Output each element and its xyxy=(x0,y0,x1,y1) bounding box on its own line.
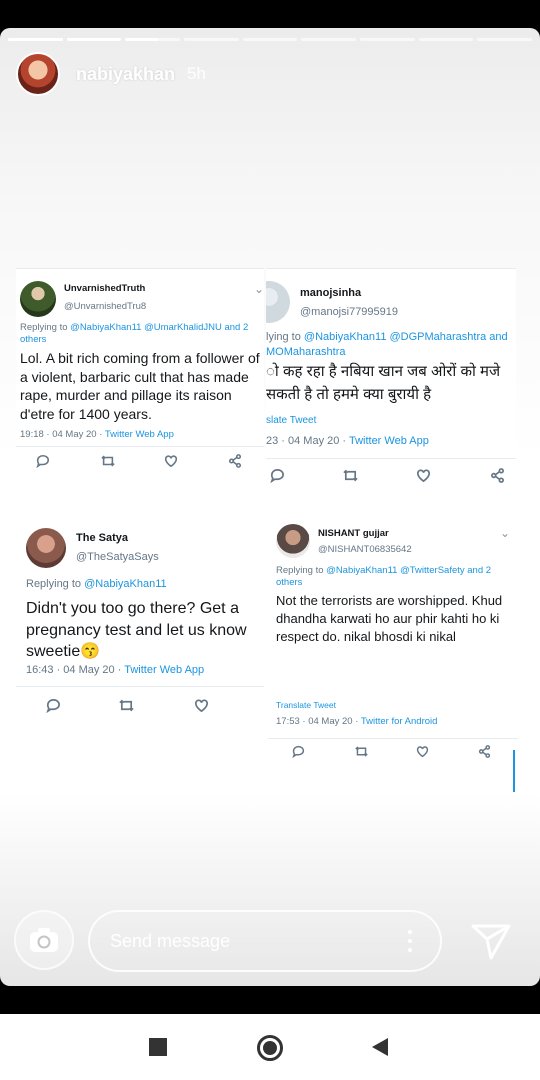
progress-segment xyxy=(360,38,415,41)
progress-segment-current xyxy=(125,38,181,41)
retweet-icon[interactable] xyxy=(100,454,116,468)
tweet-source[interactable]: Twitter Web App xyxy=(349,435,429,447)
progress-segment xyxy=(8,38,63,41)
progress-segment xyxy=(301,38,357,41)
story-progress-bar xyxy=(8,38,533,41)
tweet-author-name[interactable]: manojsinha xyxy=(300,287,361,299)
tweet-text: Not the terrorists are worshipped. Khud … xyxy=(276,593,503,645)
tweet-author-handle[interactable]: @NISHANT06835642 xyxy=(318,544,412,555)
divider xyxy=(16,268,264,269)
tweet-avatar[interactable] xyxy=(276,524,310,558)
more-vertical-icon[interactable] xyxy=(408,930,412,952)
tweet-source[interactable]: Twitter for Android xyxy=(361,716,438,727)
progress-segment xyxy=(184,38,239,41)
story-header: nabiyakhan 5h xyxy=(16,52,206,96)
progress-segment xyxy=(477,38,533,41)
story-username[interactable]: nabiyakhan xyxy=(76,64,175,85)
retweet-icon[interactable] xyxy=(342,468,359,483)
like-icon[interactable] xyxy=(416,468,431,483)
tweet-avatar[interactable] xyxy=(26,528,66,568)
camera-button[interactable] xyxy=(14,910,74,970)
tweet-author-name[interactable]: NISHANT gujjar xyxy=(318,528,389,539)
tweet-timestamp: 19:18 · 04 May 20 · xyxy=(20,429,105,440)
share-icon[interactable] xyxy=(478,745,491,758)
reply-prefix: Replying to xyxy=(276,565,327,576)
tweet-timestamp: 17:53 · 04 May 20 · xyxy=(276,716,361,727)
reply-prefix: lying to xyxy=(266,331,304,343)
reply-icon[interactable] xyxy=(270,468,285,483)
tweet-text: ो कह रहा है नबिया खान जब ओरों को मजे सकत… xyxy=(266,363,501,404)
reply-prefix: Replying to xyxy=(20,322,71,333)
chevron-down-icon[interactable]: ⌄ xyxy=(500,526,510,540)
tweet-author-handle[interactable]: @manojsi77995919 xyxy=(300,306,398,318)
tweet-source[interactable]: Twitter Web App xyxy=(105,429,174,440)
tweet-card: The Satya @TheSatyaSays Replying to @Nab… xyxy=(16,516,264,726)
send-message-input[interactable]: Send message xyxy=(88,910,442,972)
tweet-source[interactable]: Twitter Web App xyxy=(124,664,204,676)
triangle-back-icon[interactable] xyxy=(371,1037,389,1057)
tweet-meta: 23 · 04 May 20 · Twitter Web App xyxy=(266,435,429,447)
divider xyxy=(266,268,516,269)
tweet-text: Lol. A bit rich coming from a follower o… xyxy=(20,350,260,422)
tweet-meta: 16:43 · 04 May 20 · Twitter Web App xyxy=(26,664,204,676)
tweet-card: manojsinha @manojsi77995919 lying to @Na… xyxy=(266,268,516,494)
share-icon[interactable] xyxy=(228,454,242,468)
tweet-card: NISHANT gujjar @NISHANT06835642 ⌄ Replyi… xyxy=(268,516,518,738)
story-viewer[interactable]: nabiyakhan 5h UnvarnishedTruth @Unvarnis… xyxy=(0,28,540,986)
tweet-avatar[interactable] xyxy=(20,281,56,317)
retweet-icon[interactable] xyxy=(118,698,135,713)
tweet-reply-context: Replying to @NabiyaKhan11 xyxy=(26,577,262,591)
send-message-placeholder: Send message xyxy=(110,931,231,951)
divider xyxy=(266,458,516,459)
story-time: 5h xyxy=(187,64,206,83)
tweet-reply-context: Replying to @NabiyaKhan11 @UmarKhalidJNU… xyxy=(20,322,256,347)
scroll-indicator xyxy=(513,750,515,792)
tweet-actions-bar xyxy=(268,738,518,766)
progress-segment xyxy=(418,38,474,41)
progress-segment xyxy=(66,38,122,41)
reply-icon[interactable] xyxy=(292,745,305,758)
divider xyxy=(16,686,264,687)
android-navigation-bar xyxy=(0,1014,540,1080)
story-reply-bar: Send message xyxy=(0,910,540,974)
progress-segment xyxy=(242,38,298,41)
tweet-reply-context: Replying to @NabiyaKhan11 @TwitterSafety… xyxy=(276,565,512,590)
like-icon[interactable] xyxy=(164,454,178,468)
like-icon[interactable] xyxy=(416,745,429,758)
chevron-down-icon[interactable]: ⌄ xyxy=(254,282,264,296)
share-icon[interactable] xyxy=(490,468,505,483)
tweet-timestamp: 23 · 04 May 20 · xyxy=(266,435,349,447)
divider xyxy=(16,446,264,447)
send-icon[interactable] xyxy=(470,922,512,962)
tweet-author-handle[interactable]: @UnvarnishedTru8 xyxy=(64,301,146,312)
tweet-author-handle[interactable]: @TheSatyaSays xyxy=(76,551,159,563)
translate-tweet-link[interactable]: slate Tweet xyxy=(266,415,316,426)
camera-icon xyxy=(30,928,58,952)
like-icon[interactable] xyxy=(194,698,209,713)
divider xyxy=(268,738,518,739)
tweet-author-name[interactable]: UnvarnishedTruth xyxy=(64,283,145,294)
tweet-meta: 17:53 · 04 May 20 · Twitter for Android xyxy=(276,716,437,727)
tweet-author-name[interactable]: The Satya xyxy=(76,532,128,544)
tweet-meta: 19:18 · 04 May 20 · Twitter Web App xyxy=(20,429,174,440)
tweet-avatar[interactable] xyxy=(266,281,290,323)
reply-prefix: Replying to xyxy=(26,578,85,590)
reply-mentions[interactable]: @NabiyaKhan11 xyxy=(84,578,167,590)
tweet-reply-context: lying to @NabiyaKhan11 @DGPMaharashtra a… xyxy=(266,330,516,361)
square-icon[interactable] xyxy=(149,1038,167,1056)
retweet-icon[interactable] xyxy=(354,745,369,758)
user-avatar[interactable] xyxy=(16,52,60,96)
reply-icon[interactable] xyxy=(36,454,50,468)
circle-icon[interactable] xyxy=(257,1035,283,1061)
reply-icon[interactable] xyxy=(46,698,61,713)
translate-tweet-link[interactable]: Translate Tweet xyxy=(276,700,336,710)
tweet-card: UnvarnishedTruth @UnvarnishedTru8 ⌄ Repl… xyxy=(16,268,264,480)
tweet-timestamp: 16:43 · 04 May 20 · xyxy=(26,664,125,676)
tweet-text: Didn't you too go there? Get a pregnancy… xyxy=(26,600,247,661)
